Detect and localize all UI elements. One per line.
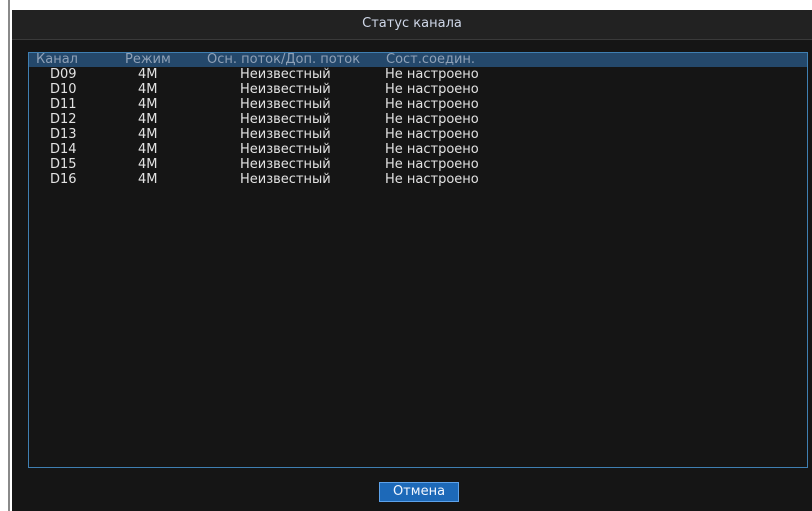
stream-cell: Неизвестный — [240, 67, 331, 82]
column-header-connection-status: Сост.соедин. — [386, 52, 476, 67]
stream-cell: Неизвестный — [240, 157, 331, 172]
stream-cell: Неизвестный — [240, 142, 331, 157]
status-cell: Не настроено — [385, 82, 479, 97]
channel-cell: D16 — [50, 172, 77, 187]
stream-cell: Неизвестный — [240, 82, 331, 97]
stream-cell: Неизвестный — [240, 172, 331, 187]
channel-status-dialog: Статус канала Канал Режим Осн. поток/Доп… — [12, 10, 812, 511]
status-cell: Не настроено — [385, 172, 479, 187]
status-cell: Не настроено — [385, 127, 479, 142]
table-row: D11 4M Неизвестный Не настроено — [29, 97, 807, 112]
mode-cell: 4M — [138, 67, 158, 82]
mode-cell: 4M — [138, 142, 158, 157]
status-cell: Не настроено — [385, 67, 479, 82]
column-header-channel: Канал — [36, 52, 78, 67]
table-row: D13 4M Неизвестный Не настроено — [29, 127, 807, 142]
mode-cell: 4M — [138, 82, 158, 97]
stream-cell: Неизвестный — [240, 127, 331, 142]
channel-cell: D12 — [50, 112, 77, 127]
column-header-mode: Режим — [125, 52, 171, 67]
channel-cell: D14 — [50, 142, 77, 157]
left-divider — [8, 0, 10, 511]
table-header: Канал Режим Осн. поток/Доп. поток Сост.с… — [29, 53, 807, 67]
table-row: D15 4M Неизвестный Не настроено — [29, 157, 807, 172]
table-row: D12 4M Неизвестный Не настроено — [29, 112, 807, 127]
mode-cell: 4M — [138, 157, 158, 172]
status-cell: Не настроено — [385, 142, 479, 157]
channel-cell: D15 — [50, 157, 77, 172]
stream-cell: Неизвестный — [240, 97, 331, 112]
channel-cell: D09 — [50, 67, 77, 82]
status-cell: Не настроено — [385, 112, 479, 127]
channel-cell: D11 — [50, 97, 77, 112]
column-header-stream: Осн. поток/Доп. поток — [207, 52, 361, 67]
mode-cell: 4M — [138, 172, 158, 187]
mode-cell: 4M — [138, 112, 158, 127]
mode-cell: 4M — [138, 97, 158, 112]
cancel-button[interactable]: Отмена — [379, 482, 459, 502]
page: Статус канала Канал Режим Осн. поток/Доп… — [0, 0, 812, 511]
table-row: D16 4M Неизвестный Не настроено — [29, 172, 807, 187]
dialog-titlebar: Статус канала — [12, 10, 812, 40]
table-row: D09 4M Неизвестный Не настроено — [29, 67, 807, 82]
channel-cell: D13 — [50, 127, 77, 142]
table-body: D09 4M Неизвестный Не настроено D10 4M Н… — [29, 67, 807, 187]
channel-cell: D10 — [50, 82, 77, 97]
mode-cell: 4M — [138, 127, 158, 142]
status-cell: Не настроено — [385, 157, 479, 172]
channel-status-table: Канал Режим Осн. поток/Доп. поток Сост.с… — [28, 52, 808, 468]
status-cell: Не настроено — [385, 97, 479, 112]
table-row: D14 4M Неизвестный Не настроено — [29, 142, 807, 157]
table-row: D10 4M Неизвестный Не настроено — [29, 82, 807, 97]
stream-cell: Неизвестный — [240, 112, 331, 127]
dialog-title: Статус канала — [362, 16, 462, 31]
